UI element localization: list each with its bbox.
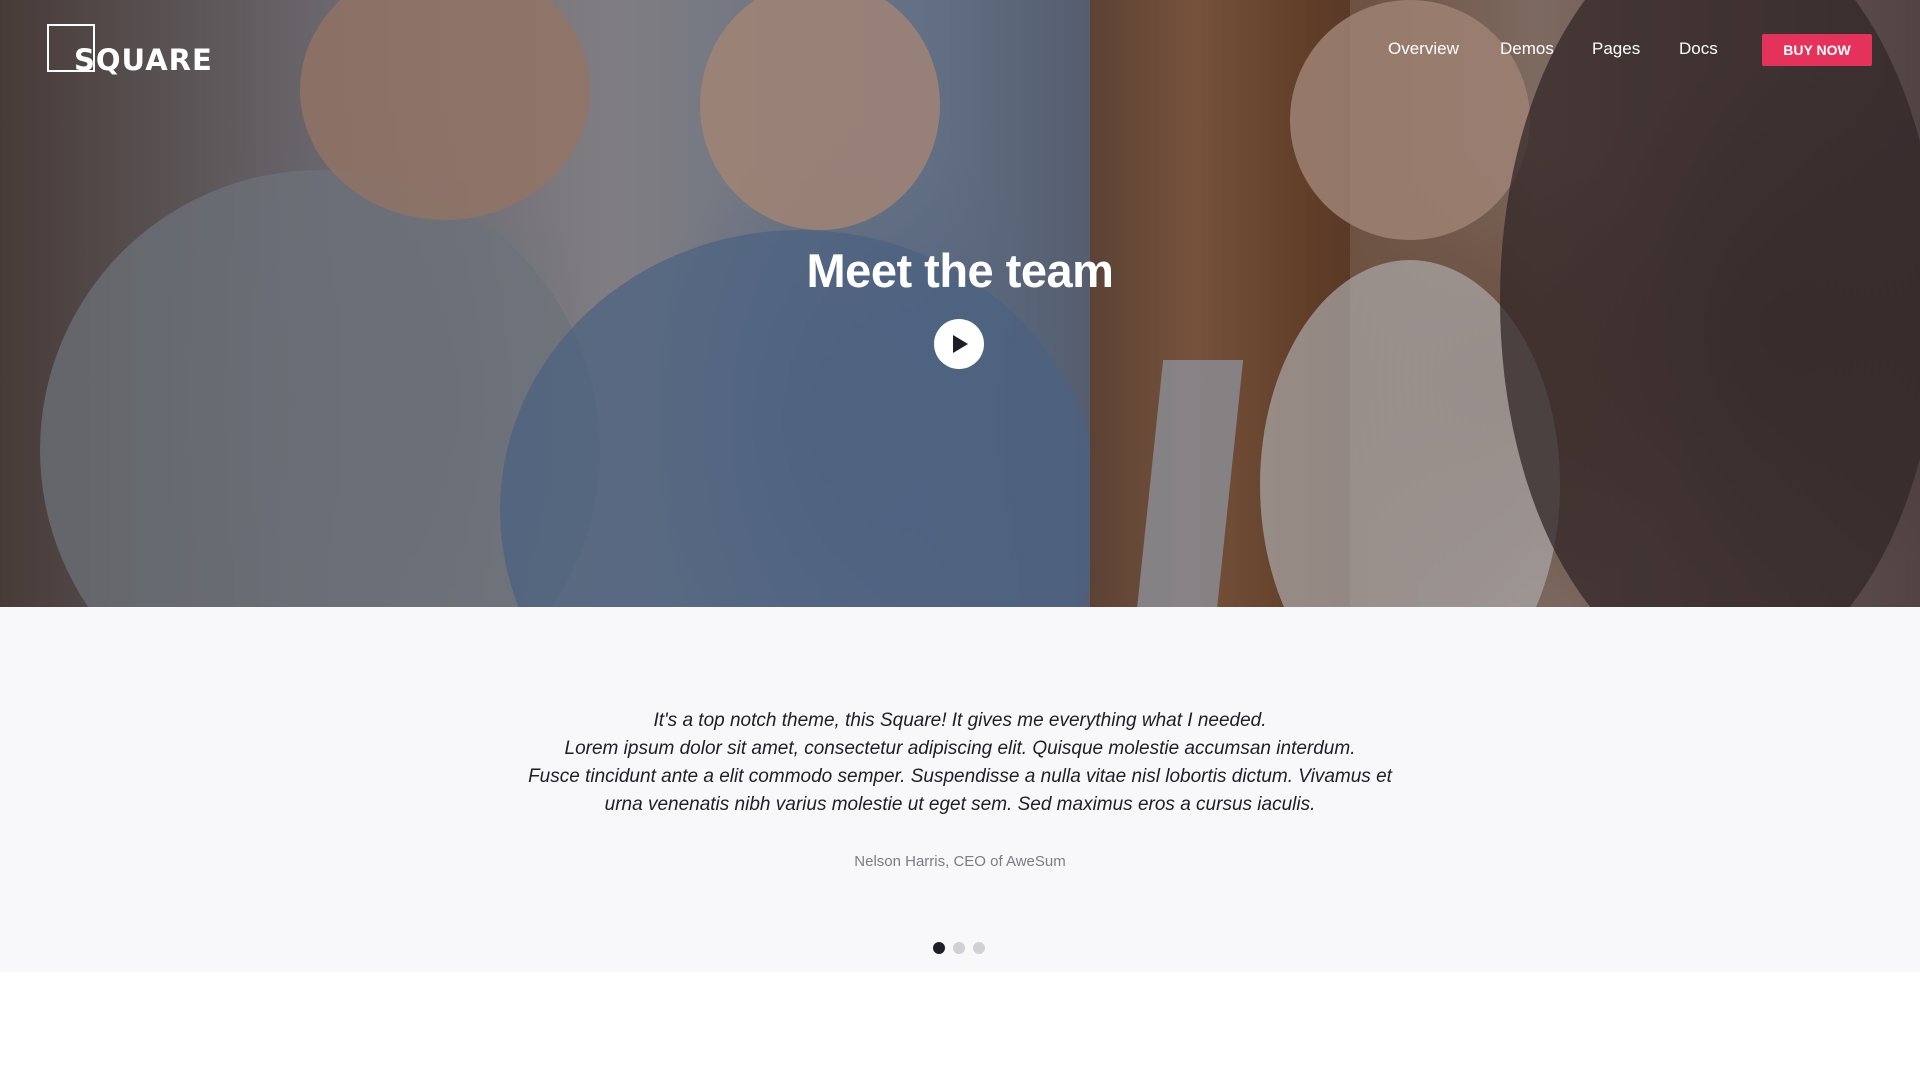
carousel-pagination — [933, 942, 985, 954]
logo-text: SQUARE — [74, 43, 213, 77]
testimonial-author: Nelson Harris, CEO of AweSum — [854, 853, 1066, 870]
quote-line: Lorem ipsum dolor sit amet, consectetur … — [564, 738, 1356, 759]
carousel-dot-2[interactable] — [953, 942, 965, 954]
nav-item-overview[interactable]: Overview — [1388, 39, 1459, 59]
hero-title: Meet the team — [806, 244, 1114, 297]
carousel-dot-1[interactable] — [933, 942, 945, 954]
play-icon — [953, 335, 968, 353]
quote-line: urna venenatis nibh varius molestie ut e… — [604, 794, 1316, 815]
nav-item-docs[interactable]: Docs — [1679, 39, 1718, 59]
buy-now-button[interactable]: BUY NOW — [1762, 34, 1872, 66]
hero-section: SQUARE Overview Demos Pages Docs BUY NOW… — [0, 0, 1920, 607]
play-video-button[interactable] — [934, 319, 984, 369]
brand-logo[interactable]: SQUARE — [47, 24, 217, 77]
nav-item-demos[interactable]: Demos — [1500, 39, 1554, 59]
quote-line: Fusce tincidunt ante a elit commodo semp… — [528, 766, 1392, 787]
nav-item-pages[interactable]: Pages — [1592, 39, 1640, 59]
top-navbar: SQUARE Overview Demos Pages Docs BUY NOW — [0, 0, 1920, 100]
carousel-dot-3[interactable] — [973, 942, 985, 954]
testimonial-section: It's a top notch theme, this Square! It … — [0, 607, 1920, 972]
testimonial-quote: It's a top notch theme, this Square! It … — [460, 707, 1460, 819]
quote-line: It's a top notch theme, this Square! It … — [653, 710, 1267, 731]
